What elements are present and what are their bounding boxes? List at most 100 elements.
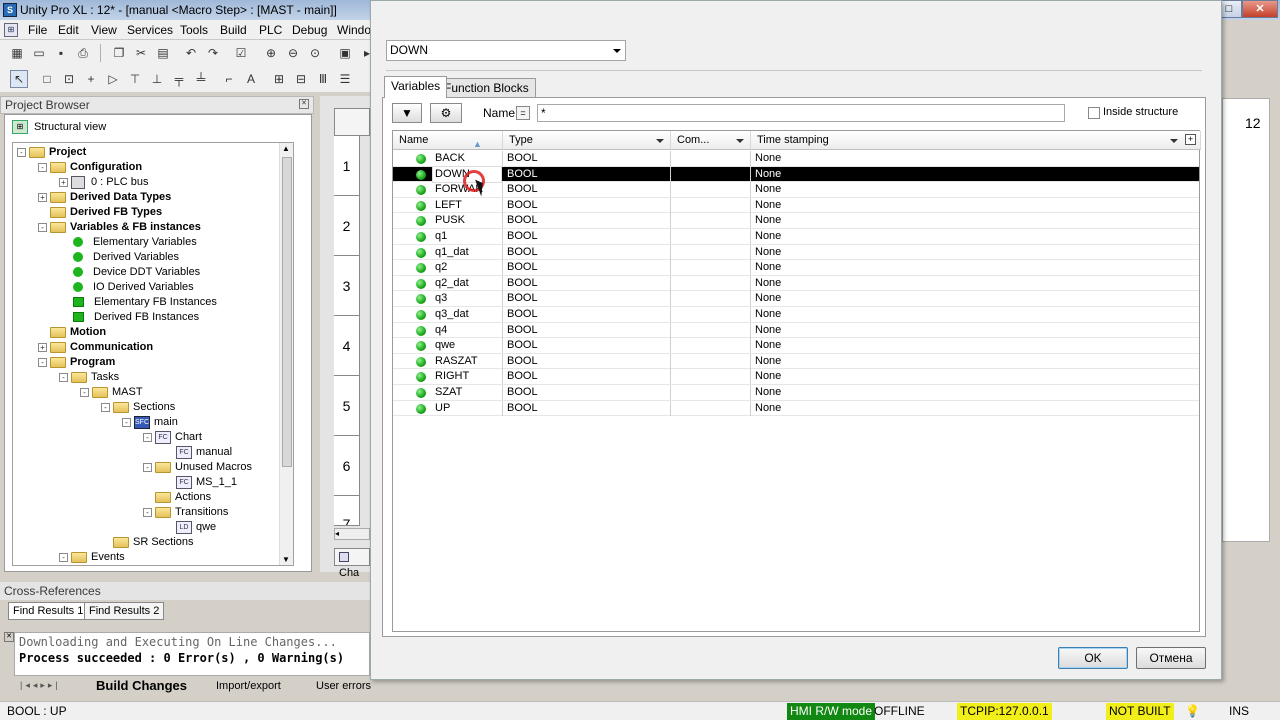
cell-time-stamping[interactable]: None [751, 213, 1199, 228]
table-row[interactable]: q3_dat BOOL None [393, 307, 1199, 323]
cell-name[interactable]: RASZAT [431, 353, 503, 369]
cell-comment[interactable] [671, 291, 751, 307]
menu-build[interactable]: Build [220, 23, 247, 37]
cell-comment[interactable] [671, 151, 751, 166]
cell-time-stamping[interactable]: None [751, 338, 1199, 353]
link-icon[interactable]: ⌐ [220, 70, 238, 88]
cell-type[interactable]: BOOL [503, 400, 671, 416]
tree-item-communication[interactable]: + Communication [38, 340, 153, 355]
variable-combo[interactable]: DOWN [386, 40, 626, 61]
cell-comment[interactable] [671, 307, 751, 322]
cell-type[interactable]: BOOL [503, 338, 671, 354]
cell-type[interactable]: BOOL [503, 369, 671, 385]
cell-type[interactable]: BOOL [503, 322, 671, 338]
par-branch-icon[interactable]: ╤ [170, 70, 188, 88]
table-row[interactable]: PUSK BOOL None [393, 213, 1199, 229]
cell-name[interactable]: q2_dat [431, 275, 503, 291]
cell-name[interactable]: UP [431, 400, 503, 416]
chevron-down-icon[interactable] [1170, 139, 1178, 143]
table-row[interactable]: q4 BOOL None [393, 322, 1199, 339]
unity-app-icon[interactable]: S [3, 3, 17, 17]
cell-type[interactable]: BOOL [503, 307, 671, 322]
cell-name[interactable]: q3_dat [431, 307, 503, 322]
new-file-icon[interactable]: ▦ [8, 44, 26, 62]
window-icon[interactable]: ▣ [336, 44, 354, 62]
tree-item-ms-1-1[interactable]: FC MS_1_1 [176, 475, 237, 490]
cell-time-stamping[interactable]: None [751, 291, 1199, 306]
close-button[interactable]: ✕ [1242, 0, 1278, 18]
collapse-icon[interactable]: - [143, 463, 152, 472]
cell-time-stamping[interactable]: None [751, 260, 1199, 275]
column-header-name[interactable]: Name ▲ [393, 131, 503, 150]
close-panel-icon[interactable]: ✕ [299, 99, 309, 109]
comment-icon[interactable]: A [242, 70, 260, 88]
scroll-up-icon[interactable]: ▲ [282, 144, 290, 153]
cell-comment[interactable] [671, 229, 751, 244]
cell-type[interactable]: BOOL [503, 182, 671, 198]
cell-name[interactable]: LEFT [431, 197, 503, 213]
tab-user-errors[interactable]: User errors [316, 678, 371, 696]
macro-step-icon[interactable]: ⊡ [60, 70, 78, 88]
filter-button[interactable]: ▼ [392, 103, 422, 123]
ok-button[interactable]: OK [1058, 647, 1128, 669]
step-icon[interactable]: □ [38, 70, 56, 88]
output-tab-nav-icons[interactable]: |◂◂▸▸| [20, 680, 61, 691]
redo-icon[interactable]: ↷ [204, 44, 222, 62]
validate-icon[interactable]: ☑ [232, 44, 250, 62]
cell-type[interactable]: BOOL [503, 385, 671, 400]
cell-name[interactable]: q1_dat [431, 244, 503, 260]
tree-item-device-ddt-variables[interactable]: Device DDT Variables [71, 265, 200, 280]
collapse-icon[interactable]: - [59, 553, 68, 562]
undo-icon[interactable]: ↶ [182, 44, 200, 62]
cancel-button[interactable]: Отмена [1136, 647, 1206, 669]
cell-name[interactable]: q3 [431, 291, 503, 307]
menu-services[interactable]: Services [127, 23, 173, 37]
inside-structure-checkbox[interactable] [1088, 107, 1100, 119]
cell-comment[interactable] [671, 353, 751, 369]
menu-view[interactable]: View [91, 23, 117, 37]
dropdown-arrow-icon[interactable] [613, 49, 621, 53]
filter-settings-button[interactable]: ⚙ [430, 103, 462, 123]
tree-item-elementary-variables[interactable]: Elementary Variables [71, 235, 197, 250]
chevron-down-icon[interactable] [656, 139, 664, 143]
tree-item-io-derived-variables[interactable]: IO Derived Variables [71, 280, 194, 295]
zoom-fit-icon[interactable]: ⊙ [306, 44, 324, 62]
document-menu-icon[interactable]: ⊞ [4, 23, 18, 37]
cell-comment[interactable] [671, 369, 751, 385]
cell-type[interactable]: BOOL [503, 166, 671, 182]
tree-item-tasks[interactable]: - Tasks [59, 370, 119, 385]
tree-item-derived-fb-types[interactable]: Derived FB Types [50, 205, 162, 220]
menu-debug[interactable]: Debug [292, 23, 327, 37]
cell-time-stamping[interactable]: None [751, 182, 1199, 197]
cell-comment[interactable] [671, 322, 751, 338]
tree-item-unused-macros[interactable]: - Unused Macros [143, 460, 252, 475]
par-join-icon[interactable]: ╧ [192, 70, 210, 88]
cell-name[interactable]: PUSK [431, 213, 503, 229]
equals-button[interactable]: = [516, 106, 530, 120]
tree-item-qwe[interactable]: LD qwe [176, 520, 216, 535]
cell-comment[interactable] [671, 400, 751, 416]
column-header-type[interactable]: Type [503, 131, 671, 150]
menu-edit[interactable]: Edit [58, 23, 79, 37]
tab-find-results-2[interactable]: Find Results 2 [84, 602, 165, 620]
table-row[interactable]: BACK BOOL None [393, 151, 1199, 167]
table-row[interactable]: q1 BOOL None [393, 229, 1199, 245]
cell-comment[interactable] [671, 338, 751, 354]
tree-item-0-plc-bus[interactable]: +0 : PLC bus [59, 175, 148, 190]
tree-item-transitions[interactable]: - Transitions [143, 505, 228, 520]
cell-time-stamping[interactable]: None [751, 307, 1199, 322]
collapse-icon[interactable]: - [101, 403, 110, 412]
cell-comment[interactable] [671, 385, 751, 400]
cell-time-stamping[interactable]: None [751, 276, 1199, 291]
tree-item-program[interactable]: - Program [38, 355, 115, 370]
collapse-icon[interactable]: - [59, 373, 68, 382]
cell-comment[interactable] [671, 166, 751, 182]
expand-columns-icon[interactable]: + [1185, 134, 1196, 145]
collapse-icon[interactable]: - [143, 508, 152, 517]
cell-name[interactable]: qwe [431, 338, 503, 354]
tree-item-motion[interactable]: Motion [50, 325, 106, 340]
row-icon[interactable]: ☰ [336, 70, 354, 88]
tree-item-project[interactable]: - Project [17, 145, 86, 160]
tree-item-derived-fb-instances[interactable]: Derived FB Instances [71, 310, 199, 325]
cell-comment[interactable] [671, 260, 751, 276]
